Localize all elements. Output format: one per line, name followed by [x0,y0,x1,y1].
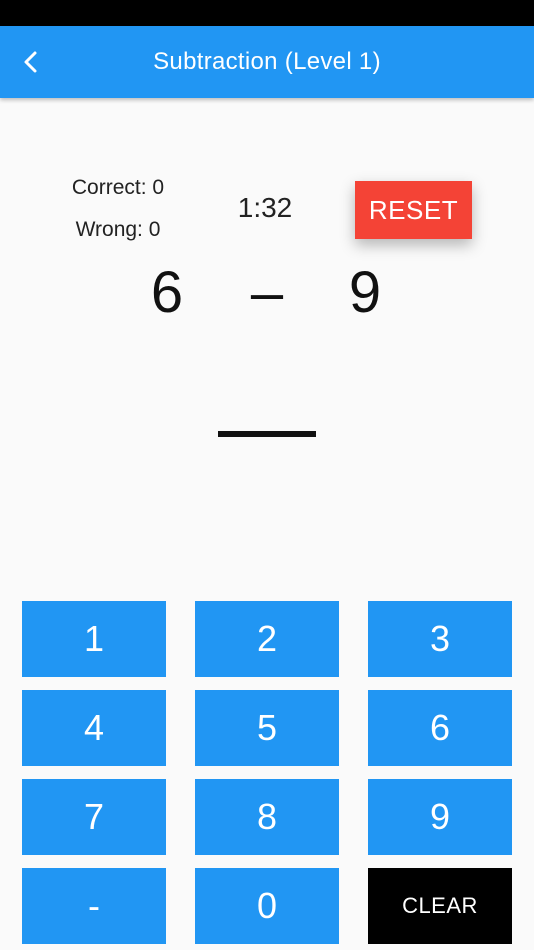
key-6[interactable]: 6 [368,690,512,766]
app-bar: Subtraction (Level 1) [0,26,534,98]
key-0[interactable]: 0 [195,868,339,944]
timer: 1:32 [237,192,293,223]
key-9[interactable]: 9 [368,779,512,855]
left-operand: 6 [150,260,184,325]
right-operand: 9 [348,260,382,325]
wrong-count: Wrong: 0 [75,218,161,241]
key-8[interactable]: 8 [195,779,339,855]
page-title: Subtraction (Level 1) [153,48,381,75]
answer-line [218,431,316,437]
operator-sign: – [250,260,284,325]
correct-count: Correct: 0 [71,176,165,199]
key-minus[interactable]: - [22,868,166,944]
back-button[interactable] [8,38,56,86]
key-5[interactable]: 5 [195,690,339,766]
key-1[interactable]: 1 [22,601,166,677]
key-7[interactable]: 7 [22,779,166,855]
clear-button[interactable]: CLEAR [368,868,512,944]
chevron-left-icon [24,51,37,73]
status-bar [0,0,534,26]
key-3[interactable]: 3 [368,601,512,677]
key-4[interactable]: 4 [22,690,166,766]
key-2[interactable]: 2 [195,601,339,677]
reset-button[interactable]: RESET [355,181,472,239]
